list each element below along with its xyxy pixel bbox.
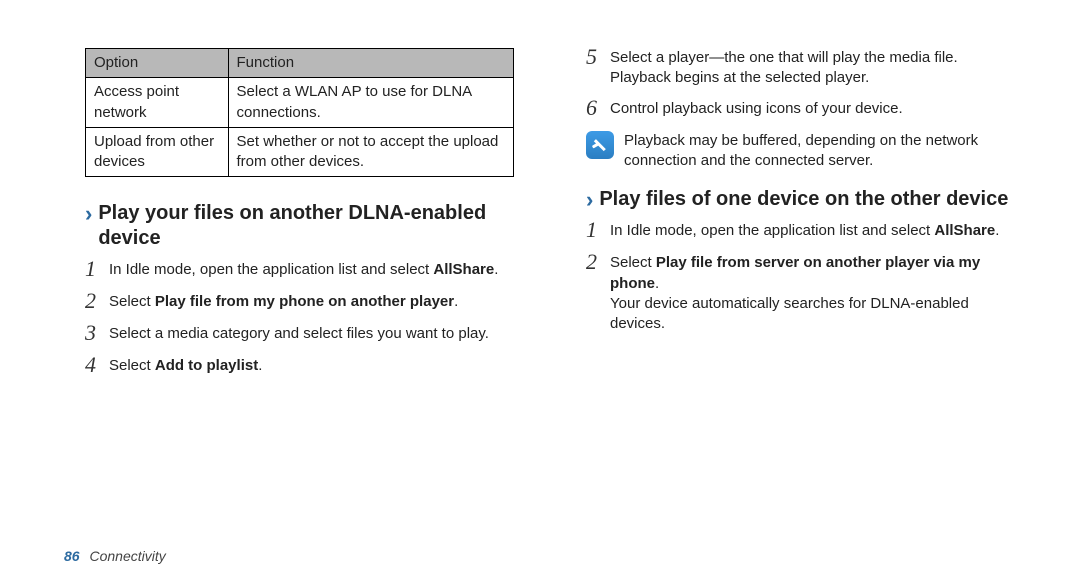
chevron-right-icon: › (85, 202, 92, 226)
list-item: 6 Control playback using icons of your d… (586, 99, 1015, 121)
step-body: Select a player—the one that will play t… (610, 48, 1015, 89)
step-number: 1 (85, 258, 99, 280)
step-body: Select Play file from my phone on anothe… (109, 292, 458, 312)
list-item: 2 Select Play file from server on anothe… (586, 253, 1015, 334)
step-body: Select Add to playlist. (109, 356, 262, 376)
step-body: In Idle mode, open the application list … (610, 221, 999, 241)
footer-section-name: Connectivity (89, 548, 165, 564)
option-function: Set whether or not to accept the upload … (228, 127, 513, 177)
step-number: 1 (586, 219, 600, 241)
step-number: 2 (85, 290, 99, 312)
step-number: 4 (85, 354, 99, 376)
option-name: Upload from other devices (86, 127, 229, 177)
table-header-option: Option (86, 49, 229, 78)
step-list: 1 In Idle mode, open the application lis… (586, 221, 1015, 334)
step-body: Select Play file from server on another … (610, 253, 1015, 334)
section-title-text: Play your files on another DLNA-enabled … (98, 201, 514, 250)
list-item: 4 Select Add to playlist. (85, 356, 514, 378)
table-header-function: Function (228, 49, 513, 78)
chevron-right-icon: › (586, 188, 593, 212)
note-text: Playback may be buffered, depending on t… (624, 131, 1015, 172)
note: Playback may be buffered, depending on t… (586, 131, 1015, 172)
note-icon (586, 131, 614, 159)
step-number: 2 (586, 251, 600, 273)
section-heading: › Play your files on another DLNA-enable… (85, 201, 514, 250)
page-number: 86 (64, 548, 80, 564)
table-header-row: Option Function (86, 49, 514, 78)
step-body: Control playback using icons of your dev… (610, 99, 903, 119)
option-name: Access point network (86, 78, 229, 128)
step-body: In Idle mode, open the application list … (109, 260, 498, 280)
section-title-text: Play files of one device on the other de… (599, 187, 1008, 211)
step-list: 5 Select a player—the one that will play… (586, 48, 1015, 121)
right-column: 5 Select a player—the one that will play… (586, 48, 1015, 388)
table-row: Access point network Select a WLAN AP to… (86, 78, 514, 128)
manual-page: Option Function Access point network Sel… (0, 0, 1080, 586)
left-column: Option Function Access point network Sel… (85, 48, 514, 388)
step-list: 1 In Idle mode, open the application lis… (85, 260, 514, 378)
list-item: 3 Select a media category and select fil… (85, 324, 514, 346)
section-heading: › Play files of one device on the other … (586, 187, 1015, 211)
options-table: Option Function Access point network Sel… (85, 48, 514, 177)
page-footer: 86 Connectivity (64, 548, 166, 564)
step-number: 5 (586, 46, 600, 68)
option-function: Select a WLAN AP to use for DLNA connect… (228, 78, 513, 128)
table-row: Upload from other devices Set whether or… (86, 127, 514, 177)
list-item: 2 Select Play file from my phone on anot… (85, 292, 514, 314)
step-number: 3 (85, 322, 99, 344)
step-body: Select a media category and select files… (109, 324, 489, 344)
list-item: 1 In Idle mode, open the application lis… (586, 221, 1015, 243)
list-item: 1 In Idle mode, open the application lis… (85, 260, 514, 282)
list-item: 5 Select a player—the one that will play… (586, 48, 1015, 89)
step-number: 6 (586, 97, 600, 119)
